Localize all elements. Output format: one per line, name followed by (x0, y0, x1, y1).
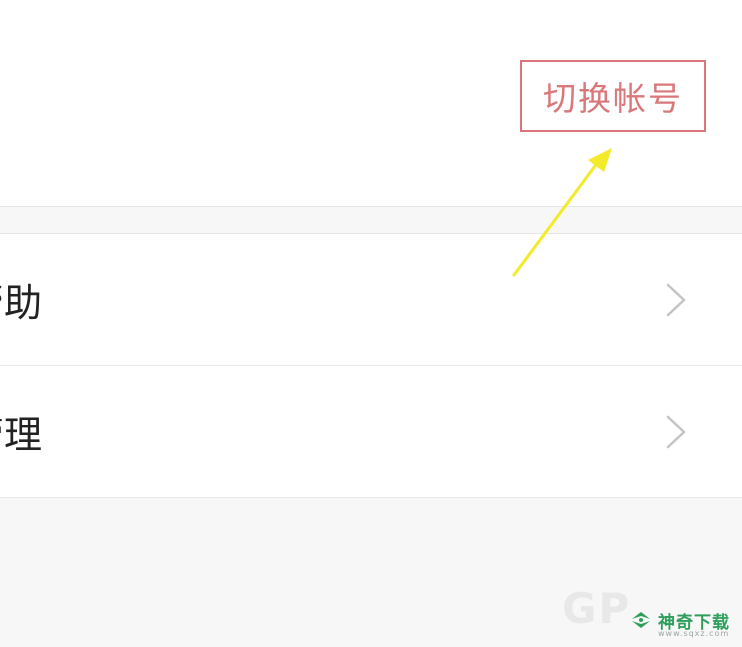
watermark-ghost-text: GP (562, 584, 632, 633)
leaf-logo-icon (632, 612, 650, 628)
list-item-label: 帮助 (0, 281, 43, 325)
chevron-right-icon (666, 283, 686, 316)
watermark-url: www.sqxz.com (658, 629, 730, 638)
list-item-help[interactable]: 帮助 (0, 234, 742, 365)
settings-list: 帮助 管理 (0, 233, 742, 498)
list-item-manage[interactable]: 管理 (0, 365, 742, 497)
settings-screen: 切换帐号 帮助 管理 GP 神奇下载 www.sqxz.com (0, 0, 742, 647)
watermark: GP 神奇下载 www.sqxz.com (536, 574, 742, 647)
chevron-right-icon (666, 415, 686, 448)
switch-account-button[interactable]: 切换帐号 (520, 60, 706, 132)
account-header: 切换帐号 (0, 0, 742, 207)
list-item-label: 管理 (0, 413, 43, 457)
